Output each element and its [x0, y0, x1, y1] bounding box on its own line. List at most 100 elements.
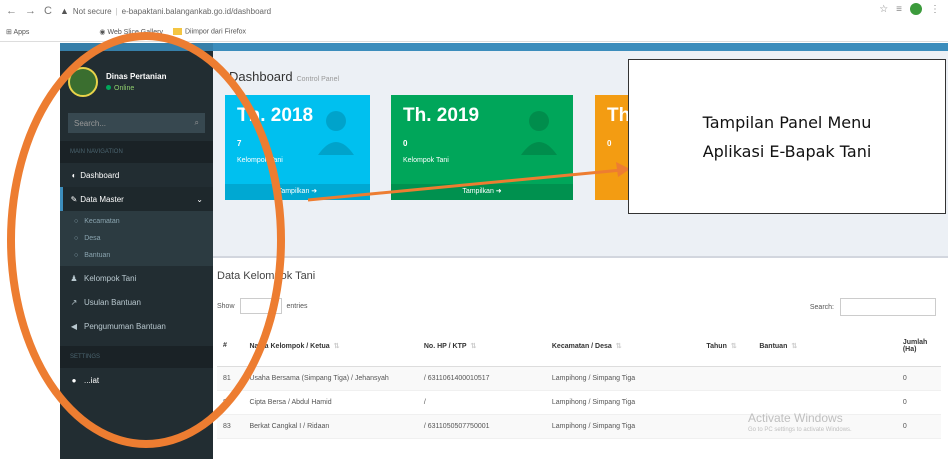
column-header-kecamatan[interactable]: Kecamatan / Desa ⇅ [545, 326, 701, 367]
edit-icon: ✎ [70, 194, 78, 204]
entries-control: Show ⌄ entries [217, 298, 308, 314]
sidebar-item-last[interactable]: ● ...iat [60, 368, 213, 392]
tile-year: Th. 2018 [237, 105, 314, 126]
column-header-nama[interactable]: Nama Kelompok / Ketua ⇅ [243, 326, 418, 367]
reload-button[interactable]: C [44, 5, 52, 17]
cell-nama: Cipta Bersa / Abdul Hamid [243, 390, 418, 415]
cell-jumlah: 0 [896, 366, 941, 391]
column-header-tahun[interactable]: Tahun ⇅ [700, 326, 754, 367]
tile-footer-link[interactable]: Tampilkan ➜ [225, 184, 370, 200]
page-title: Dashboard Control Panel [229, 69, 340, 84]
profile-icon[interactable] [910, 3, 922, 15]
security-label: Not secure [72, 6, 112, 16]
data-master-submenu: ○ Kecamatan ○ Desa ○ Bantuan [60, 211, 213, 266]
column-header-hp[interactable]: No. HP / KTP ⇅ [417, 326, 546, 367]
tile-footer-link[interactable]: Tampilkan ➜ [391, 184, 573, 200]
sidebar-item-usulan-bantuan[interactable]: ↗ Usulan Bantuan [60, 290, 213, 314]
sidebar-item-pengumuman-bantuan[interactable]: ◀ Pengumuman Bantuan [60, 314, 213, 338]
star-icon[interactable]: ☆ [879, 4, 888, 15]
cell-tahun [700, 390, 754, 415]
url-text: e-bapaktani.balangankab.go.id/dashboard [121, 6, 272, 16]
bookmarks-bar: ⊞ Apps ◉ Web Slice Gallery Diimpor dari … [0, 22, 948, 42]
column-header-bantuan[interactable]: Bantuan ⇅ [753, 326, 897, 367]
callout-line-2: Aplikasi E-Bapak Tani [702, 141, 872, 161]
sidebar-item-data-master[interactable]: ✎ Data Master ⌄ [60, 187, 213, 211]
user-icon: ● [71, 375, 77, 385]
submenu-item-kecamatan[interactable]: ○ Kecamatan [60, 213, 213, 230]
bookmark-web-slice[interactable]: ◉ Web Slice Gallery [99, 28, 163, 36]
arrow-circle-icon: ➜ [495, 188, 502, 195]
tile-label: Kelompok Tani [237, 157, 283, 164]
user-panel: Dinas Pertanian Online [60, 51, 213, 113]
table-search: Search: [810, 298, 936, 316]
circle-icon: ○ [74, 252, 79, 259]
bookmark-firefox[interactable]: Diimpor dari Firefox [172, 27, 246, 35]
windows-activation-watermark: Activate Windows Go to PC settings to ac… [748, 411, 852, 433]
share-icon: ↗ [70, 297, 78, 307]
main-nav-header: MAIN NAVIGATION [60, 141, 213, 163]
search-icon[interactable]: ⌕ [195, 118, 199, 128]
table-search-input[interactable] [840, 298, 936, 316]
cell-no: 81 [217, 366, 244, 391]
tile-count: 0 [403, 139, 408, 148]
tile-year: Th. 2019 [403, 105, 480, 126]
menu-icon[interactable]: ⋮ [930, 4, 940, 15]
sort-icon: ⇅ [615, 342, 622, 350]
bookmark-apps[interactable]: ⊞ Apps [6, 28, 29, 36]
search-label: Search: [809, 303, 834, 311]
circle-icon: ○ [74, 235, 79, 242]
person-icon [318, 111, 354, 155]
table-header-row: # Nama Kelompok / Ketua ⇅ No. HP / KTP ⇅ K… [217, 326, 941, 367]
watermark-subtitle: Go to PC settings to activate Windows. [748, 427, 852, 433]
warning-icon: ▲ [59, 6, 69, 16]
sort-icon: ⇅ [730, 342, 737, 350]
settings-header: SETTINGS [60, 346, 213, 368]
column-header-no[interactable]: # [217, 326, 244, 367]
tile-2019: Th. 2019 0 Kelompok Tani Tampilkan ➜ [391, 95, 573, 200]
avatar [68, 67, 98, 97]
cell-hp: / 6311061400010517 [417, 366, 546, 391]
dashboard-icon: ◐ [71, 170, 77, 180]
sidebar: Dinas Pertanian Online Search... ⌕ MAIN … [60, 51, 213, 459]
callout-line-1: Tampilan Panel Menu [702, 112, 872, 132]
tile-year: Th [607, 105, 631, 126]
chevron-down-icon: ⌄ [196, 194, 203, 204]
sort-icon: ⇅ [791, 342, 798, 350]
cell-jumlah: 0 [896, 390, 941, 415]
cell-no: 83 [217, 414, 244, 439]
arrow-circle-icon: ➜ [311, 188, 318, 195]
bullhorn-icon: ◀ [70, 321, 78, 331]
folder-icon [172, 27, 182, 35]
column-header-jumlah[interactable]: Jumlah (Ha) [896, 326, 941, 367]
tile-count: 7 [237, 139, 242, 148]
cell-kecamatan: Lampihong / Simpang Tiga [545, 390, 701, 415]
circle-icon: ○ [74, 218, 79, 225]
cell-hp: / [417, 390, 546, 415]
watermark-title: Activate Windows [748, 411, 843, 425]
entries-select[interactable]: ⌄ [239, 298, 282, 314]
sidebar-item-dashboard[interactable]: ◐ Dashboard [60, 163, 213, 187]
cell-jumlah: 0 [896, 414, 941, 439]
submenu-item-bantuan[interactable]: ○ Bantuan [60, 247, 213, 264]
table-title: Data Kelompok Tani [217, 270, 316, 282]
cell-kecamatan: Lampihong / Simpang Tiga [545, 414, 701, 439]
entries-label: entries [286, 302, 308, 310]
sidebar-item-kelompok-tani[interactable]: ♟ Kelompok Tani [60, 266, 213, 290]
cell-hp: / 6311050507750001 [417, 414, 546, 439]
back-button[interactable]: ← [6, 5, 17, 17]
tile-2018: Th. 2018 7 Kelompok Tani Tampilkan ➜ [225, 95, 370, 200]
page-subtitle: Control Panel [296, 76, 340, 83]
forward-button[interactable]: → [25, 5, 36, 17]
cell-tahun [700, 414, 754, 439]
sort-icon: ⇅ [333, 342, 340, 350]
app-navbar [213, 43, 948, 51]
logo-strip [60, 43, 213, 51]
cell-kecamatan: Lampihong / Simpang Tiga [545, 366, 701, 391]
address-bar[interactable]: ▲ Not secure | e-bapaktani.balangankab.g… [60, 6, 271, 16]
submenu-item-desa[interactable]: ○ Desa [60, 230, 213, 247]
online-dot-icon [106, 85, 111, 90]
cell-nama: Berkat Cangkal I / Ridaan [243, 414, 418, 439]
extension-icon[interactable]: ≡ [896, 4, 902, 15]
sidebar-search-input[interactable]: Search... [74, 119, 106, 128]
sidebar-search[interactable]: Search... ⌕ [68, 113, 205, 133]
